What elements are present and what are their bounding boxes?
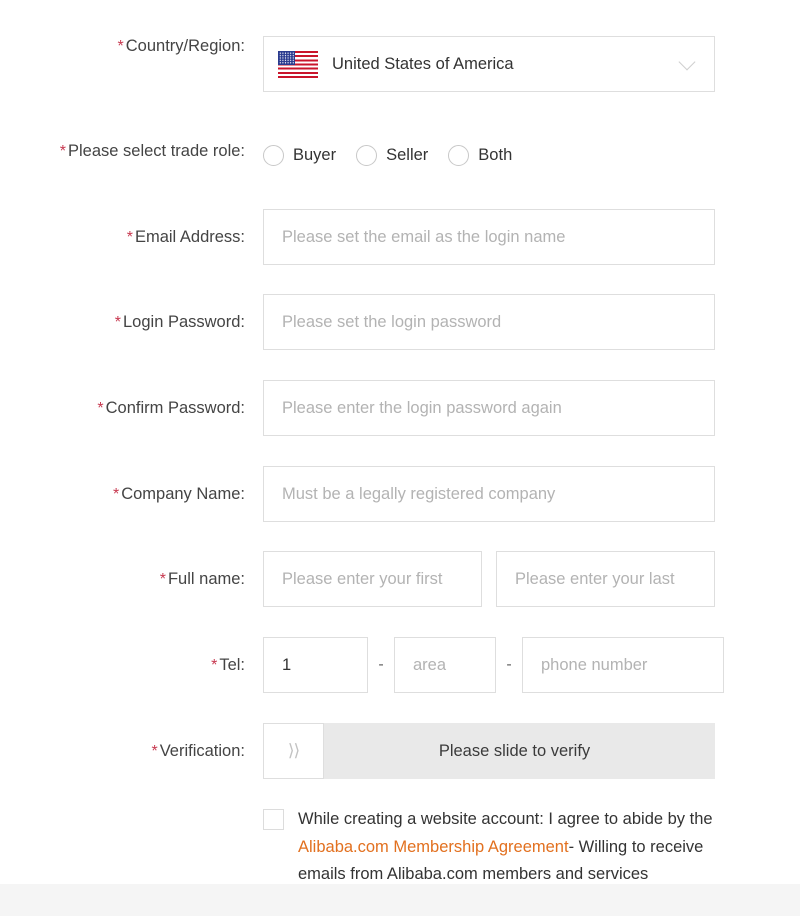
tel-area-input[interactable]: area [394, 637, 496, 693]
field-row-country: * Country/Region: United States of Americ… [0, 36, 715, 92]
field-group-email: Please set the email as the login name [263, 209, 715, 265]
last-name-input[interactable]: Please enter your last [496, 551, 715, 607]
required-asterisk: * [117, 38, 124, 55]
login-password-input[interactable]: Please set the login password [263, 294, 715, 350]
field-row-login-password: * Login Password: Please set the login pa… [0, 294, 715, 350]
field-row-verification: * Verification: ⟩⟩ Please slide to verify [0, 723, 715, 779]
field-group-login-password: Please set the login password [263, 294, 715, 350]
tel-number-input[interactable]: phone number [522, 637, 724, 693]
field-row-full-name: * Full name: Please enter your first Plea… [0, 551, 715, 607]
radio-trade-role-both[interactable]: Both [448, 144, 513, 166]
agreement-text: While creating a website account: I agre… [298, 806, 718, 889]
chevron-down-icon [680, 54, 696, 70]
field-row-company-name: * Company Name: Must be a legally registe… [0, 466, 715, 522]
double-chevron-right-icon[interactable]: ⟩⟩ [263, 723, 324, 779]
field-row-confirm-password: * Confirm Password: Please enter the logi… [0, 380, 715, 436]
company-name-placeholder: Must be a legally registered company [282, 484, 556, 503]
field-group-company-name: Must be a legally registered company [263, 466, 715, 522]
tel-area-placeholder: area [413, 655, 447, 674]
required-asterisk: * [114, 314, 121, 331]
email-input[interactable]: Please set the email as the login name [263, 209, 715, 265]
last-name-placeholder: Please enter your last [515, 569, 675, 588]
label-confirm-password: * Confirm Password: [0, 380, 245, 419]
first-name-input[interactable]: Please enter your first [263, 551, 482, 607]
radio-circle-icon [263, 144, 284, 166]
label-confirm-password-text: Confirm Password: [105, 399, 245, 417]
label-tel-text: Tel: [219, 656, 245, 674]
radio-label-buyer: Buyer [293, 145, 337, 164]
page-footer-band [0, 884, 800, 916]
company-name-input[interactable]: Must be a legally registered company [263, 466, 715, 522]
verification-slider-text: Please slide to verify [438, 741, 591, 760]
required-asterisk: * [151, 743, 158, 760]
agreement-checkbox[interactable] [263, 809, 284, 830]
label-company-name: * Company Name: [0, 466, 245, 505]
tel-country-code-value: 1 [282, 655, 292, 674]
first-name-placeholder: Please enter your first [282, 569, 443, 588]
radio-circle-icon [448, 144, 470, 166]
agreement-row: While creating a website account: I agre… [263, 806, 718, 889]
registration-page: * Country/Region: United States of Americ… [0, 0, 800, 916]
field-group-tel: 1 - area - phone number [263, 637, 724, 693]
field-row-email: * Email Address: Please set the email as … [0, 209, 715, 265]
tel-number-placeholder: phone number [541, 655, 648, 674]
label-company-name-text: Company Name: [121, 485, 245, 503]
field-group-country: United States of America [263, 36, 715, 92]
tel-separator-2: - [506, 656, 512, 673]
label-country: * Country/Region: [0, 36, 245, 57]
tel-separator-1: - [378, 656, 384, 673]
membership-agreement-link[interactable]: Alibaba.com Membership Agreement [298, 838, 569, 856]
tel-country-code-input[interactable]: 1 [263, 637, 368, 693]
label-country-text: Country/Region: [125, 37, 245, 55]
field-group-verification: ⟩⟩ Please slide to verify [263, 723, 715, 779]
label-tel: * Tel: [0, 637, 245, 676]
label-login-password-text: Login Password: [123, 313, 245, 331]
label-verification: * Verification: [0, 723, 245, 762]
country-select-value: United States of America [332, 54, 514, 73]
required-asterisk: * [97, 400, 104, 417]
label-verification-text: Verification: [159, 742, 245, 760]
field-group-full-name: Please enter your first Please enter you… [263, 551, 715, 607]
radio-trade-role-buyer[interactable]: Buyer [263, 144, 337, 166]
login-password-placeholder: Please set the login password [282, 312, 502, 331]
confirm-password-input[interactable]: Please enter the login password again [263, 380, 715, 436]
agreement-text-before: While creating a website account: I agre… [298, 810, 713, 828]
label-login-password: * Login Password: [0, 294, 245, 333]
confirm-password-placeholder: Please enter the login password again [282, 398, 562, 417]
email-input-placeholder: Please set the email as the login name [282, 227, 566, 246]
trade-role-radio-group: Buyer Seller Both [263, 141, 512, 169]
us-flag-icon [278, 50, 318, 78]
radio-label-both: Both [478, 145, 513, 164]
required-asterisk: * [59, 143, 66, 160]
label-trade-role-text: Please select trade role: [67, 142, 245, 160]
label-email-text: Email Address: [134, 228, 245, 246]
label-email: * Email Address: [0, 209, 245, 248]
verification-slider[interactable]: ⟩⟩ Please slide to verify [263, 723, 715, 779]
field-row-trade-role: * Please select trade role: Buyer Seller … [0, 141, 512, 169]
required-asterisk: * [126, 229, 133, 246]
radio-label-seller: Seller [386, 145, 429, 164]
field-row-tel: * Tel: 1 - area - phone number [0, 637, 724, 693]
country-select[interactable]: United States of America [263, 36, 715, 92]
label-full-name-text: Full name: [167, 570, 245, 588]
field-group-trade-role: Buyer Seller Both [263, 141, 512, 169]
label-full-name: * Full name: [0, 551, 245, 590]
required-asterisk: * [159, 571, 166, 588]
radio-circle-icon [356, 144, 378, 166]
field-group-confirm-password: Please enter the login password again [263, 380, 715, 436]
required-asterisk: * [112, 486, 120, 503]
label-trade-role: * Please select trade role: [0, 141, 245, 162]
radio-trade-role-seller[interactable]: Seller [356, 144, 429, 166]
